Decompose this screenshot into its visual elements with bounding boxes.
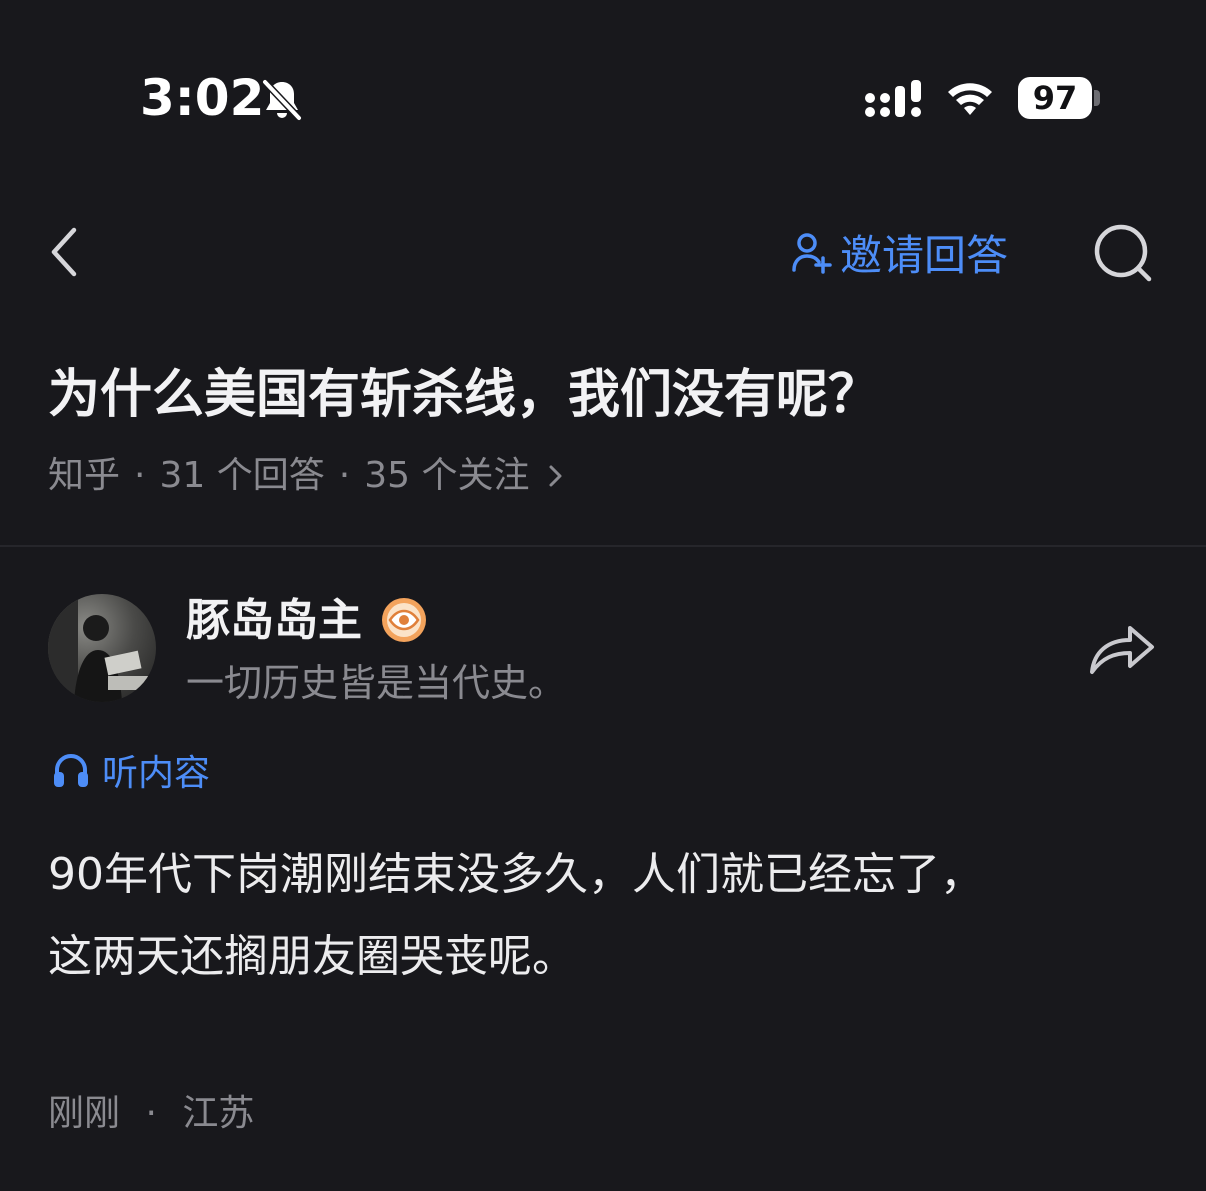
meta-separator: · xyxy=(338,455,351,496)
battery-tip xyxy=(1094,90,1100,106)
listen-content-label: 听内容 xyxy=(102,753,211,794)
battery-indicator: 97 xyxy=(1018,77,1092,119)
eye-badge-icon xyxy=(382,598,426,642)
answer-time: 刚刚 xyxy=(48,1093,121,1134)
listen-content-button[interactable]: 听内容 xyxy=(52,744,210,796)
author-name[interactable]: 豚岛岛主 xyxy=(186,592,362,650)
author-bio: 一切历史皆是当代史。 xyxy=(186,661,567,705)
follower-count: 35 个关注 xyxy=(364,455,530,496)
chevron-right-icon xyxy=(549,465,562,487)
invite-answer-label: 邀请回答 xyxy=(840,230,1009,280)
question-title[interactable]: 为什么美国有斩杀线，我们没有呢？ xyxy=(48,360,1158,430)
status-time: 3:02 xyxy=(140,69,265,127)
invite-answer-button[interactable]: 邀请回答 xyxy=(790,222,1008,282)
chevron-left-icon[interactable] xyxy=(44,222,88,282)
answer-location: 江苏 xyxy=(182,1093,255,1134)
search-icon[interactable] xyxy=(1092,222,1154,284)
answer-count: 31 个回答 xyxy=(159,455,325,496)
answer-paragraph-line: 这两天还搁朋友圈哭丧呢。 xyxy=(48,931,576,982)
question-meta[interactable]: 知乎 · 31 个回答 · 35 个关注 xyxy=(48,450,565,502)
meta-separator: · xyxy=(145,1093,157,1134)
headphones-icon xyxy=(54,754,88,787)
avatar[interactable] xyxy=(48,594,156,702)
answer-paragraph-line: 90年代下岗潮刚结束没多久，人们就已经忘了， xyxy=(48,849,984,900)
answer-meta: 刚刚 · 江苏 xyxy=(48,1088,254,1140)
meta-separator: · xyxy=(134,455,146,496)
section-divider xyxy=(0,545,1206,547)
answer-content[interactable]: 90年代下岗潮刚结束没多久，人们就已经忘了， 这两天还搁朋友圈哭丧呢。 xyxy=(48,834,1158,998)
signal-icon xyxy=(865,80,921,117)
user-plus-icon xyxy=(792,233,832,274)
bell-slash-icon xyxy=(261,78,303,122)
wifi-icon xyxy=(948,83,992,115)
question-source: 知乎 xyxy=(48,455,121,496)
share-icon[interactable] xyxy=(1086,618,1158,680)
